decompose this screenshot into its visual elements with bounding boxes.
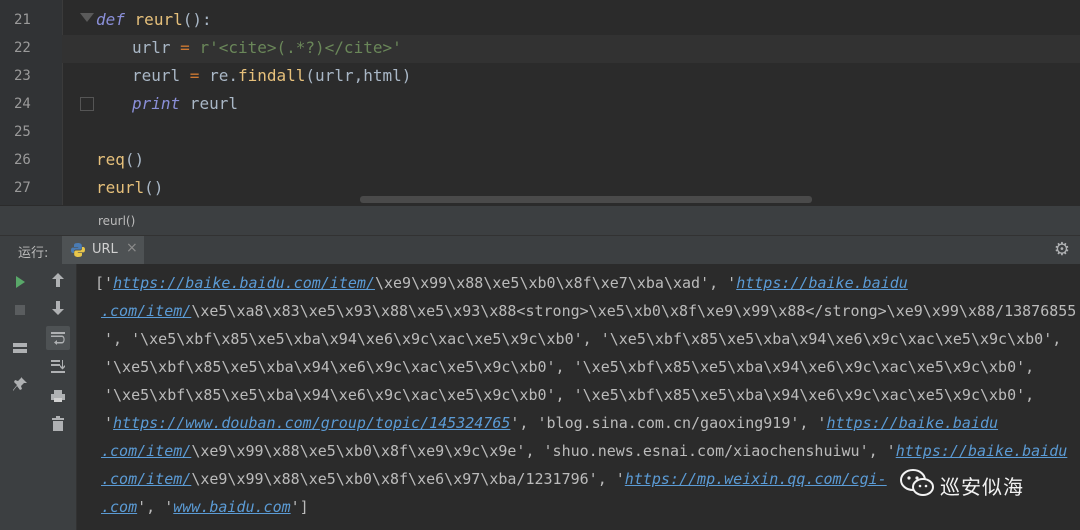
console-text: ', 'blog.sina.com.cn/gaoxing919', ' (510, 414, 827, 432)
code-text: (urlr,html) (305, 66, 412, 85)
console-line: .com/item/\xe5\xa8\x83\xe5\x93\x88\xe5\x… (101, 301, 1076, 321)
code-line-21[interactable]: def reurl(): (96, 10, 212, 30)
keyword: print (132, 94, 181, 113)
code-line-23[interactable]: reurl = re.findall(urlr,html) (132, 66, 411, 86)
code-text: reurl (180, 94, 238, 113)
wechat-icon (900, 469, 934, 496)
run-label: 运行: (18, 246, 49, 261)
code-editor[interactable]: 21 22 23 24 25 26 27 def reurl(): urlr =… (0, 0, 1080, 205)
breadcrumb-item[interactable]: reurl() (98, 214, 135, 228)
variable: reurl (132, 66, 181, 85)
console-line: ['https://baike.baidu.com/item/\xe9\x99\… (95, 273, 908, 293)
line-number: 25 (14, 124, 31, 140)
line-number: 23 (14, 68, 31, 84)
console-text: '\xe5\xbf\x85\xe5\xba\x94\xe6\x9c\xac\xe… (104, 358, 1035, 376)
console-link[interactable]: .com/item/ (101, 302, 191, 320)
console-link[interactable]: .com/item/ (101, 470, 191, 488)
console-text: \xe5\xa8\x83\xe5\x93\x88\xe5\x93\x88<str… (191, 302, 1077, 320)
python-icon (71, 243, 85, 257)
line-number: 22 (14, 40, 31, 56)
code-line-27[interactable]: reurl() (96, 178, 163, 198)
run-config-tab[interactable]: URL × (62, 236, 144, 264)
layout-icon[interactable] (8, 336, 32, 360)
line-number: 26 (14, 152, 31, 168)
function-call: reurl (96, 178, 145, 197)
breadcrumb[interactable]: reurl() (0, 205, 1080, 236)
console-line: '\xe5\xbf\x85\xe5\xba\x94\xe6\x9c\xac\xe… (104, 357, 1034, 377)
code-text: () (144, 178, 164, 197)
fold-open-icon[interactable] (80, 13, 94, 22)
code-text: (): (182, 10, 212, 29)
console-text: '] (290, 498, 309, 516)
console-text: \xe9\x99\x88\xe5\xb0\x8f\xe9\x9c\x9e', '… (191, 442, 896, 460)
run-tab-label: URL (92, 242, 118, 257)
console-line: .com', 'www.baidu.com'] (101, 497, 309, 517)
module-name: re. (209, 66, 238, 85)
stop-icon[interactable] (8, 298, 32, 322)
string-literal: r'<cite>(.*?)</cite>' (199, 38, 402, 57)
console-link[interactable]: https://baike.baidu (736, 274, 908, 292)
line-number: 21 (14, 12, 31, 28)
console-text: ' (104, 414, 114, 432)
console-link[interactable]: https://www.douban.com/group/topic/14532… (113, 414, 510, 432)
arrow-up-icon[interactable] (46, 268, 70, 292)
arrow-down-icon[interactable] (46, 296, 70, 320)
console-link[interactable]: .com (101, 498, 137, 516)
line-number-gutter: 21 22 23 24 25 26 27 (0, 0, 63, 205)
scroll-to-end-icon[interactable] (46, 354, 70, 378)
run-tool-window-header: 运行: URL × ⚙ (0, 235, 1080, 265)
console-text: ', ' (137, 498, 174, 516)
run-toolbar-primary (0, 264, 40, 530)
code-line-22[interactable]: urlr = r'<cite>(.*?)</cite>' (132, 38, 402, 58)
console-line: ', '\xe5\xbf\x85\xe5\xba\x94\xe6\x9c\xac… (104, 329, 1061, 349)
console-line: 'https://www.douban.com/group/topic/1453… (104, 413, 998, 433)
code-line-24[interactable]: print reurl (132, 94, 238, 114)
run-toolbar-secondary (40, 264, 77, 530)
console-link[interactable]: https://baike.baidu (826, 414, 998, 432)
console-link[interactable]: https://baike.baidu.com/item/ (113, 274, 375, 292)
pin-icon[interactable] (8, 372, 32, 396)
function-name: reurl (134, 10, 183, 29)
code-text: () (124, 150, 145, 169)
code-line-26[interactable]: req() (96, 150, 144, 170)
line-number: 27 (14, 180, 31, 196)
console-text: [' (95, 274, 114, 292)
watermark: 巡安似海 (900, 466, 1070, 502)
console-link[interactable]: .com/item/ (101, 442, 191, 460)
keyword: def (96, 10, 125, 29)
close-icon[interactable]: × (126, 240, 138, 256)
print-icon[interactable] (46, 384, 70, 408)
operator: = (180, 66, 210, 85)
method-name: findall (237, 66, 306, 85)
horizontal-scrollbar[interactable] (360, 196, 812, 203)
console-link[interactable]: www.baidu.com (173, 498, 290, 516)
fold-close-icon[interactable] (80, 97, 94, 111)
console-line: .com/item/\xe9\x99\x88\xe5\xb0\x8f\xe6\x… (101, 469, 887, 489)
variable: urlr (132, 38, 171, 57)
watermark-text: 巡安似海 (940, 475, 1024, 499)
console-text: '\xe5\xbf\x85\xe5\xba\x94\xe6\x9c\xac\xe… (104, 386, 1035, 404)
function-call: req (96, 150, 125, 169)
gear-icon[interactable]: ⚙ (1052, 240, 1072, 260)
console-text: \xe9\x99\x88\xe5\xb0\x8f\xe6\x97\xba/123… (191, 470, 625, 488)
console-link[interactable]: https://mp.weixin.qq.com/cgi- (625, 470, 887, 488)
console-text: ', '\xe5\xbf\x85\xe5\xba\x94\xe6\x9c\xac… (104, 330, 1062, 348)
line-number: 24 (14, 96, 31, 112)
console-line: '\xe5\xbf\x85\xe5\xba\x94\xe6\x9c\xac\xe… (104, 385, 1034, 405)
console-link[interactable]: https://baike.baidu (896, 442, 1068, 460)
console-text: \xe9\x99\x88\xe5\xb0\x8f\xe7\xba\xad', ' (374, 274, 737, 292)
trash-icon[interactable] (46, 412, 70, 436)
run-icon[interactable] (8, 270, 32, 294)
console-line: .com/item/\xe9\x99\x88\xe5\xb0\x8f\xe9\x… (101, 441, 1067, 461)
soft-wrap-icon[interactable] (46, 326, 70, 350)
operator: = (170, 38, 200, 57)
